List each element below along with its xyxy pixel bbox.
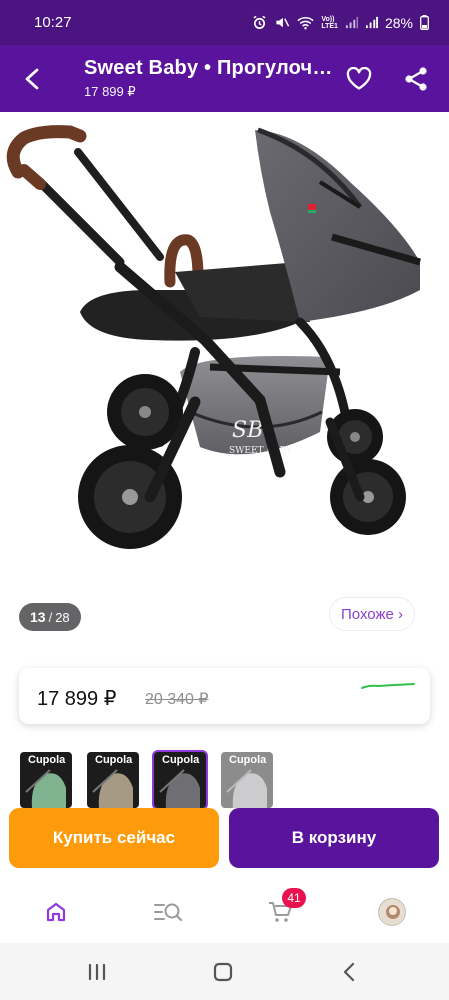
system-navigation <box>0 943 449 1000</box>
old-price: 20 340 ₽ <box>145 691 209 708</box>
back-button[interactable] <box>14 61 50 97</box>
thumbnail-image: Cupola <box>20 752 72 808</box>
wifi-icon <box>297 16 314 30</box>
bottom-navigation: 41 <box>0 878 449 943</box>
nav-profile[interactable] <box>372 894 412 930</box>
price-trend-icon <box>361 683 415 689</box>
nav-catalog[interactable] <box>148 894 188 930</box>
share-icon <box>405 67 427 91</box>
thumbnail-image: Cupola <box>87 752 139 808</box>
alarm-icon <box>253 15 266 29</box>
similar-products-button[interactable]: Похоже › <box>329 597 415 631</box>
header-title-block: Sweet Baby • Прогулочная коляска Cupola … <box>84 57 334 100</box>
recent-apps-icon <box>88 963 106 981</box>
thumbnail-4[interactable]: Cupola <box>221 752 273 808</box>
thumbnail-label: Cupola <box>229 754 267 766</box>
thumbnail-3[interactable]: Cupola <box>152 750 208 810</box>
nav-cart[interactable]: 41 <box>260 888 306 930</box>
recent-apps-button[interactable] <box>82 960 112 984</box>
back-system-button[interactable] <box>334 960 364 984</box>
avatar-image <box>379 899 405 925</box>
lte-indicator: Vo)) LTE1 <box>321 15 338 30</box>
heart-icon <box>346 67 372 90</box>
thumbnail-label: Cupola <box>162 754 200 766</box>
wheel-front-left <box>330 459 406 535</box>
buy-now-button[interactable]: Купить сейчас <box>9 808 219 868</box>
image-counter-current: 13 <box>30 609 46 625</box>
thumbnail-image: Cupola <box>221 752 273 808</box>
price-card[interactable]: 17 899 ₽ 20 340 ₽ <box>19 668 430 724</box>
thumbnail-2[interactable]: Cupola <box>87 752 139 808</box>
thumbnail-label: Cupola <box>28 754 66 766</box>
status-time: 10:27 <box>34 14 72 31</box>
brand-mark: SB <box>232 418 263 443</box>
home-square-icon <box>213 962 233 982</box>
image-counter-total: 28 <box>55 609 70 625</box>
mute-icon <box>276 17 290 28</box>
home-icon <box>46 902 66 922</box>
status-icons: Vo)) LTE1 28% <box>252 15 429 31</box>
share-button[interactable] <box>398 61 434 97</box>
product-gallery[interactable]: SB SWEET BABY <box>0 112 449 592</box>
cart-count-badge: 41 <box>282 888 306 908</box>
image-counter: 13 / 28 <box>19 603 81 631</box>
thumbnail-label: Cupola <box>95 754 133 766</box>
product-image-stroller: SB SWEET BABY <box>6 125 421 549</box>
header-price: 17 899 ₽ <box>84 84 136 99</box>
current-price: 17 899 ₽ <box>37 688 117 710</box>
signal-icon-2 <box>365 16 378 29</box>
favorite-button[interactable] <box>341 61 377 97</box>
thumbnail-image: Cupola <box>154 752 206 808</box>
page-title: Sweet Baby • Прогулочная коляска Cupola … <box>84 57 334 79</box>
catalog-search-icon <box>154 903 183 922</box>
battery-icon <box>420 15 429 30</box>
brand-name: SWEET BABY <box>229 446 293 456</box>
battery-percent: 28% <box>384 14 413 31</box>
nav-home[interactable] <box>36 894 76 930</box>
image-counter-separator: / <box>48 609 53 625</box>
app-header: Sweet Baby • Прогулочная коляска Cupola … <box>0 45 449 112</box>
add-to-cart-button[interactable]: В корзину <box>229 808 439 868</box>
avatar <box>378 898 406 926</box>
status-bar: 10:27 Vo)) LTE1 28% <box>0 0 449 45</box>
thumbnail-1[interactable]: Cupola <box>20 752 72 808</box>
signal-icon <box>345 16 358 29</box>
thumbnail-strip: Cupola Cupola Cupola Cupola <box>20 750 273 810</box>
chevron-left-icon <box>343 962 355 982</box>
home-system-button[interactable] <box>208 960 238 984</box>
arrow-left-icon <box>25 68 39 90</box>
